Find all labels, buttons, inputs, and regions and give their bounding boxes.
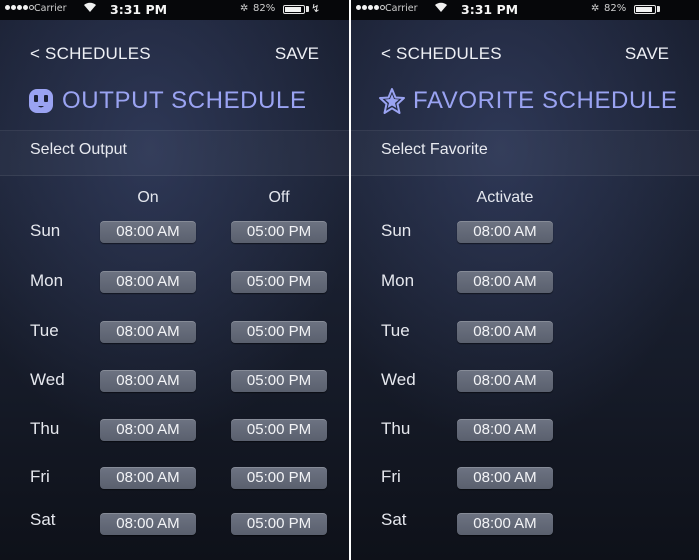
day-label-tue: Tue	[381, 321, 410, 340]
fri-off-time[interactable]: 05:00 PM	[231, 467, 327, 489]
on-column-header: On	[137, 189, 159, 206]
activate-column-header: Activate	[476, 189, 534, 206]
navigation-bar: < SCHEDULES SAVE	[0, 44, 349, 70]
day-label-sun: Sun	[381, 221, 412, 240]
day-label-mon: Mon	[381, 271, 415, 290]
select-favorite-row[interactable]: Select Favorite	[351, 130, 699, 176]
battery-cap	[306, 6, 309, 12]
battery-icon	[634, 5, 656, 14]
day-label-wed: Wed	[30, 370, 65, 389]
mon-off-time[interactable]: 05:00 PM	[231, 271, 327, 293]
sat-activate-time[interactable]: 08:00 AM	[457, 513, 553, 535]
charging-icon: ↯	[311, 2, 321, 15]
battery-cap	[657, 6, 660, 12]
navigation-bar: < SCHEDULES SAVE	[351, 44, 699, 70]
battery-percent: 82%	[604, 3, 627, 14]
outlet-icon	[28, 88, 54, 114]
select-output-label: Select Output	[30, 141, 127, 158]
fri-activate-time[interactable]: 08:00 AM	[457, 467, 553, 489]
select-output-row[interactable]: Select Output	[0, 130, 349, 176]
day-label-thu: Thu	[381, 419, 411, 438]
carrier-label: Carrier	[385, 3, 418, 14]
mon-on-time[interactable]: 08:00 AM	[100, 271, 196, 293]
save-button[interactable]: SAVE	[275, 44, 319, 64]
day-label-sat: Sat	[381, 510, 407, 529]
bluetooth-icon: ✲	[591, 3, 600, 14]
sun-activate-time[interactable]: 08:00 AM	[457, 221, 553, 243]
select-favorite-label: Select Favorite	[381, 141, 488, 158]
status-bar: Carrier 3:31 PM ✲ 82%	[351, 0, 699, 20]
output-schedule-screen: Carrier 3:31 PM ✲ 82% ↯ < SCHEDULES SAVE…	[0, 0, 349, 560]
thu-off-time[interactable]: 05:00 PM	[231, 419, 327, 441]
sat-off-time[interactable]: 05:00 PM	[231, 513, 327, 535]
sun-off-time[interactable]: 05:00 PM	[231, 221, 327, 243]
thu-activate-time[interactable]: 08:00 AM	[457, 419, 553, 441]
battery-percent: 82%	[253, 3, 276, 14]
day-label-sat: Sat	[30, 510, 56, 529]
save-button[interactable]: SAVE	[625, 44, 669, 64]
status-time: 3:31 PM	[461, 2, 519, 17]
back-to-schedules-button[interactable]: < SCHEDULES	[381, 44, 502, 64]
day-label-wed: Wed	[381, 370, 416, 389]
wifi-icon	[83, 1, 97, 16]
back-to-schedules-button[interactable]: < SCHEDULES	[30, 44, 151, 64]
day-label-fri: Fri	[381, 467, 401, 486]
status-bar: Carrier 3:31 PM ✲ 82% ↯	[0, 0, 349, 20]
day-label-thu: Thu	[30, 419, 60, 438]
wed-off-time[interactable]: 05:00 PM	[231, 370, 327, 392]
mon-activate-time[interactable]: 08:00 AM	[457, 271, 553, 293]
page-title-row: FAVORITE SCHEDULE	[379, 84, 689, 118]
status-time: 3:31 PM	[110, 2, 168, 17]
bluetooth-icon: ✲	[240, 3, 249, 14]
wifi-icon	[434, 1, 448, 16]
signal-strength-icon	[356, 5, 385, 10]
thu-on-time[interactable]: 08:00 AM	[100, 419, 196, 441]
page-title: FAVORITE SCHEDULE	[413, 87, 678, 114]
carrier-label: Carrier	[34, 3, 67, 14]
wed-activate-time[interactable]: 08:00 AM	[457, 370, 553, 392]
wed-on-time[interactable]: 08:00 AM	[100, 370, 196, 392]
day-label-tue: Tue	[30, 321, 59, 340]
battery-icon	[283, 5, 305, 14]
favorite-schedule-screen: Carrier 3:31 PM ✲ 82% < SCHEDULES SAVE F…	[351, 0, 699, 560]
tue-on-time[interactable]: 08:00 AM	[100, 321, 196, 343]
off-column-header: Off	[268, 189, 290, 206]
signal-strength-icon	[5, 5, 34, 10]
day-label-mon: Mon	[30, 271, 64, 290]
star-icon	[379, 88, 405, 114]
fri-on-time[interactable]: 08:00 AM	[100, 467, 196, 489]
day-label-fri: Fri	[30, 467, 50, 486]
page-title: OUTPUT SCHEDULE	[62, 87, 307, 114]
tue-activate-time[interactable]: 08:00 AM	[457, 321, 553, 343]
page-title-row: OUTPUT SCHEDULE	[28, 84, 339, 118]
day-label-sun: Sun	[30, 221, 61, 240]
sat-on-time[interactable]: 08:00 AM	[100, 513, 196, 535]
sun-on-time[interactable]: 08:00 AM	[100, 221, 196, 243]
tue-off-time[interactable]: 05:00 PM	[231, 321, 327, 343]
